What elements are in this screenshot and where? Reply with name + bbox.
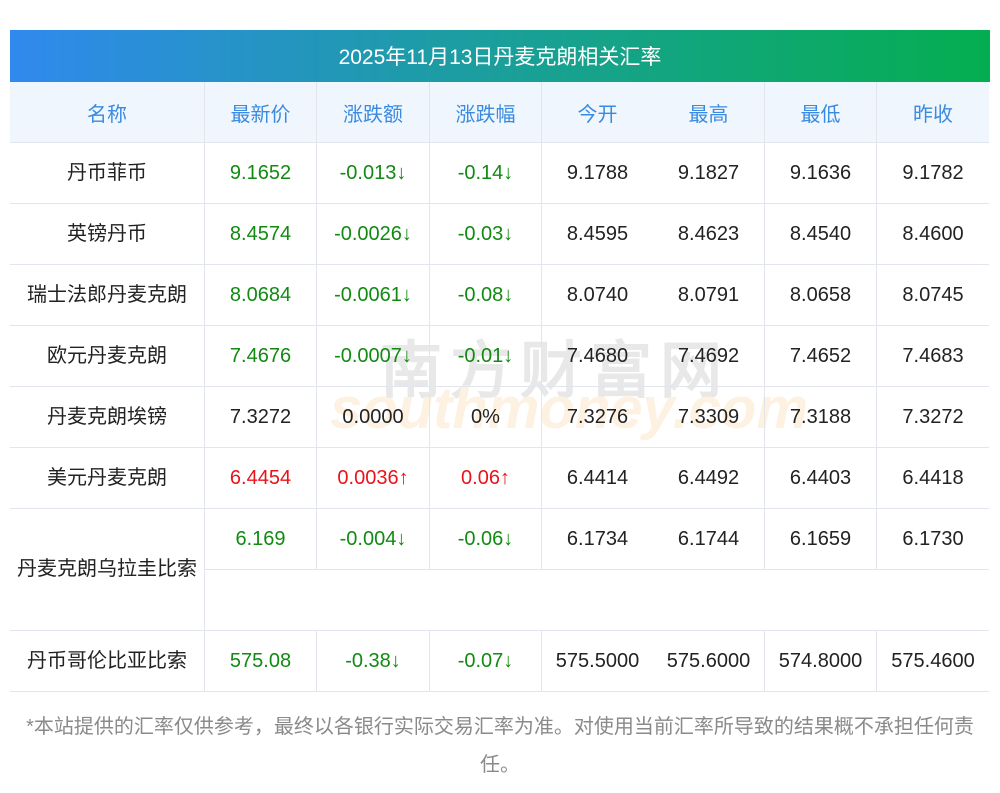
column-header-low: 最低	[765, 82, 877, 143]
rate-change: -0.013↓	[317, 143, 430, 204]
column-header-prev: 昨收	[877, 82, 989, 143]
rate-pct: 0%	[430, 387, 542, 448]
rate-high: 575.6000	[653, 631, 765, 692]
rate-low: 6.4403	[765, 448, 877, 509]
rate-latest: 6.4454	[205, 448, 317, 509]
rate-pct: 0.06↑	[430, 448, 542, 509]
disclaimer: *本站提供的汇率仅供参考，最终以各银行实际交易汇率为准。对使用当前汇率所导致的结…	[26, 716, 974, 776]
rate-prev: 8.0745	[877, 265, 989, 326]
column-header-open: 今开	[542, 82, 653, 143]
rate-low: 7.3188	[765, 387, 877, 448]
column-header-name: 名称	[10, 82, 205, 143]
rate-prev: 7.4683	[877, 326, 989, 387]
rate-prev: 6.4418	[877, 448, 989, 509]
rate-low: 574.8000	[765, 631, 877, 692]
rate-latest: 9.1652	[205, 143, 317, 204]
rate-latest: 8.4574	[205, 204, 317, 265]
rate-low: 6.1659	[765, 509, 877, 570]
rate-pct: -0.03↓	[430, 204, 542, 265]
rate-prev: 575.4600	[877, 631, 989, 692]
currency-pair-name: 欧元丹麦克朗	[10, 326, 205, 387]
rate-pct: -0.01↓	[430, 326, 542, 387]
rate-open: 9.1788	[542, 143, 653, 204]
rate-open: 7.3276	[542, 387, 653, 448]
currency-pair-name: 丹麦克朗埃镑	[10, 387, 205, 448]
column-header-latest: 最新价	[205, 82, 317, 143]
rate-pct: -0.07↓	[430, 631, 542, 692]
column-header-high: 最高	[653, 82, 765, 143]
table-title: 2025年11月13日丹麦克朗相关汇率	[10, 30, 990, 82]
rate-high: 8.4623	[653, 204, 765, 265]
currency-pair-name: 丹麦克朗乌拉圭比索	[10, 509, 205, 631]
rate-latest: 7.3272	[205, 387, 317, 448]
rate-prev: 6.1730	[877, 509, 989, 570]
rate-change: -0.38↓	[317, 631, 430, 692]
currency-pair-name: 英镑丹币	[10, 204, 205, 265]
rate-prev: 9.1782	[877, 143, 989, 204]
rate-low: 8.4540	[765, 204, 877, 265]
rate-open: 8.0740	[542, 265, 653, 326]
rate-open: 6.4414	[542, 448, 653, 509]
rate-prev: 7.3272	[877, 387, 989, 448]
rate-high: 9.1827	[653, 143, 765, 204]
rate-change: -0.0007↓	[317, 326, 430, 387]
rate-high: 8.0791	[653, 265, 765, 326]
rate-high: 6.1744	[653, 509, 765, 570]
rate-open: 7.4680	[542, 326, 653, 387]
exchange-rate-table: 名称 最新价 涨跌额 涨跌幅 今开 最高 最低 昨收丹币菲币 9.1652 -0.013↓ -0.1…	[10, 82, 989, 692]
column-header-change: 涨跌额	[317, 82, 430, 143]
empty-cell	[205, 570, 989, 631]
rate-high: 6.4492	[653, 448, 765, 509]
rate-change: 0.0000	[317, 387, 430, 448]
rate-latest: 8.0684	[205, 265, 317, 326]
rate-pct: -0.08↓	[430, 265, 542, 326]
column-header-pct: 涨跌幅	[430, 82, 542, 143]
rate-low: 8.0658	[765, 265, 877, 326]
rate-latest: 6.169	[205, 509, 317, 570]
rate-low: 9.1636	[765, 143, 877, 204]
rate-change: -0.004↓	[317, 509, 430, 570]
rate-change: 0.0036↑	[317, 448, 430, 509]
currency-pair-name: 丹币哥伦比亚比索	[10, 631, 205, 692]
currency-pair-name: 美元丹麦克朗	[10, 448, 205, 509]
rate-high: 7.3309	[653, 387, 765, 448]
rate-prev: 8.4600	[877, 204, 989, 265]
rate-pct: -0.14↓	[430, 143, 542, 204]
rate-change: -0.0026↓	[317, 204, 430, 265]
rate-change: -0.0061↓	[317, 265, 430, 326]
rate-open: 8.4595	[542, 204, 653, 265]
rate-low: 7.4652	[765, 326, 877, 387]
rate-high: 7.4692	[653, 326, 765, 387]
currency-pair-name: 丹币菲币	[10, 143, 205, 204]
rate-pct: -0.06↓	[430, 509, 542, 570]
rate-open: 6.1734	[542, 509, 653, 570]
rate-latest: 575.08	[205, 631, 317, 692]
rate-latest: 7.4676	[205, 326, 317, 387]
currency-pair-name: 瑞士法郎丹麦克朗	[10, 265, 205, 326]
rate-open: 575.5000	[542, 631, 653, 692]
